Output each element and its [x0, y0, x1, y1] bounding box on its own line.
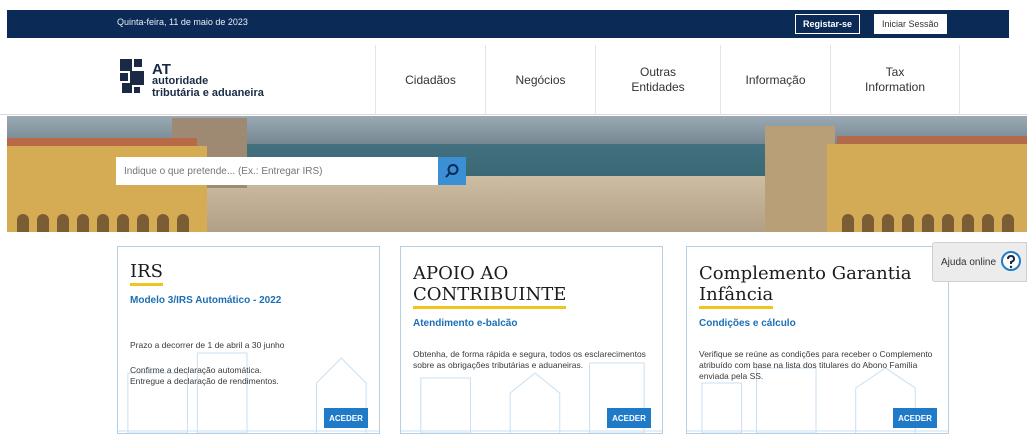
top-bar: Quinta-feira, 11 de maio de 2023 Regista…	[0, 0, 1027, 45]
aceder-button[interactable]: ACEDER	[607, 408, 651, 428]
hero-building	[765, 126, 835, 232]
card-subtitle[interactable]: Modelo 3/IRS Automático - 2022	[130, 295, 281, 306]
card-title-line2: Infância	[699, 284, 774, 309]
nav-item-informacao[interactable]: Informação	[720, 45, 830, 115]
nav-item-outras-entidades[interactable]: Outras Entidades	[595, 45, 720, 115]
hero-arch	[862, 214, 874, 232]
hero-arch	[77, 214, 89, 232]
hero-arch	[942, 214, 954, 232]
at-logo-mark-icon	[120, 59, 144, 93]
nav-item-cidadaos[interactable]: Cidadãos	[375, 45, 485, 115]
nav-item-label-2: Information	[864, 80, 926, 94]
nav-item-negocios[interactable]: Negócios	[485, 45, 595, 115]
logo-subtitle-2: tributária e aduaneira	[152, 87, 264, 99]
card-title: Complemento Garantia Infância	[699, 263, 911, 309]
hero-arch	[137, 214, 149, 232]
hero-arch	[37, 214, 49, 232]
card-complemento-garantia-infancia: Complemento Garantia Infância Condições …	[686, 246, 949, 434]
search-button[interactable]	[438, 157, 466, 185]
search-icon	[445, 164, 459, 178]
card-text: Obtenha, de forma rápida e segura, todos…	[413, 349, 646, 370]
hero-arch	[902, 214, 914, 232]
hero-arch	[117, 214, 129, 232]
nav-item-tax-information[interactable]: Tax Information	[830, 45, 960, 115]
register-button[interactable]: Registar-se	[795, 14, 861, 34]
login-button[interactable]: Iniciar Sessão	[874, 14, 947, 34]
card-title-line1: APOIO AO	[413, 263, 509, 284]
hero-arch	[982, 214, 994, 232]
at-logo[interactable]: AT autoridade tributária e aduaneira	[118, 57, 318, 102]
hero-arch	[882, 214, 894, 232]
card-title-line2: CONTRIBUINTE	[413, 284, 567, 309]
top-bar-strip: Quinta-feira, 11 de maio de 2023 Regista…	[7, 10, 1009, 38]
question-chat-icon	[1001, 251, 1021, 271]
card-subtitle[interactable]: Condições e cálculo	[699, 318, 796, 329]
aceder-button[interactable]: ACEDER	[324, 408, 368, 428]
card-text: Verifique se reúne as condições para rec…	[699, 349, 933, 381]
search-input[interactable]	[116, 157, 438, 185]
main-navigation: AT autoridade tributária e aduaneira Cid…	[0, 45, 1027, 115]
card-title-line1: IRS	[130, 261, 163, 286]
card-text: Entregue a declaração de rendimentos.	[130, 376, 279, 386]
card-irs: IRS Modelo 3/IRS Automático - 2022 Prazo…	[117, 246, 380, 434]
nav-item-label: Informação	[745, 72, 806, 87]
nav-item-label: Outras	[639, 65, 676, 79]
card-title: IRS	[130, 261, 163, 286]
current-date: Quinta-feira, 11 de maio de 2023	[117, 17, 248, 27]
hero-arch	[922, 214, 934, 232]
card-apoio-contribuinte: APOIO AO CONTRIBUINTE Atendimento e-balc…	[400, 246, 663, 434]
card-text: Confirme a declaração automática.	[130, 365, 262, 375]
hero-arch	[962, 214, 974, 232]
hero-arch	[97, 214, 109, 232]
help-online-button[interactable]: Ajuda online	[932, 242, 1027, 282]
nav-item-label: Cidadãos	[405, 72, 456, 87]
nav-item-label: Tax	[885, 65, 905, 79]
logo-subtitle-1: autoridade	[152, 75, 209, 87]
hero-arch	[177, 214, 189, 232]
nav-item-label: Negócios	[515, 72, 566, 87]
hero-building	[827, 144, 1027, 232]
search-bar	[116, 157, 466, 185]
hero-arch	[1002, 214, 1014, 232]
hero-arch	[842, 214, 854, 232]
hero-arch	[57, 214, 69, 232]
card-subtitle[interactable]: Atendimento e-balcão	[413, 318, 517, 329]
card-title-line1: Complemento Garantia	[699, 263, 912, 284]
card-text: Prazo a decorrer de 1 de abril a 30 junh…	[130, 340, 285, 350]
hero-arch	[17, 214, 29, 232]
nav-item-label-2: Entidades	[631, 80, 685, 94]
card-title: APOIO AO CONTRIBUINTE	[413, 263, 567, 309]
help-online-label: Ajuda online	[941, 257, 997, 268]
aceder-button[interactable]: ACEDER	[893, 408, 937, 428]
hero-arch	[157, 214, 169, 232]
